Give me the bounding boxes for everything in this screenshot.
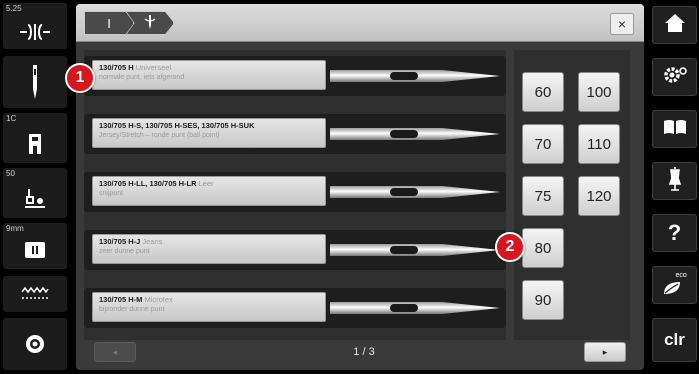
needle-row-leather[interactable]: 130/705 H-LL, 130/705 H-LR Leer snijpunt: [84, 172, 506, 212]
stitch-pattern-button[interactable]: [3, 276, 67, 312]
stitch-width-button[interactable]: 5.25: [3, 3, 67, 49]
title-bar: I ×: [76, 4, 644, 42]
presser-foot-value: 1C: [6, 114, 17, 123]
needle-thread-icon: [144, 14, 156, 33]
size-button-120[interactable]: 120: [578, 176, 620, 216]
breadcrumb-home[interactable]: I: [84, 11, 134, 35]
needle-row-microtex[interactable]: 130/705 H-M Microtex bijzonder dunne pun…: [84, 288, 506, 328]
previous-page-button[interactable]: ◂: [94, 342, 136, 362]
callout-marker-1: 1: [65, 63, 95, 93]
close-button[interactable]: ×: [610, 13, 634, 35]
home-button[interactable]: [652, 6, 697, 44]
needle-illustration: [330, 302, 500, 314]
needle-description: zeer dunne punt: [99, 248, 150, 255]
size-button-70[interactable]: 70: [522, 124, 564, 164]
needle-label: 130/705 H-S, 130/705 H-SES, 130/705 H-SU…: [92, 118, 326, 148]
needle-illustration: [330, 70, 500, 82]
breadcrumb-home-label: I: [107, 15, 111, 31]
needle-name: 130/705 H-M: [99, 295, 143, 304]
needle-selection-panel: I × 130/705 H Universeel normale punt, i…: [76, 4, 644, 370]
setup-gear-icon: [662, 65, 688, 90]
thread-tension-value: 50: [6, 169, 15, 178]
needle-name-line: 130/705 H-M Microtex: [99, 295, 319, 305]
needle-row-jersey-stretch[interactable]: 130/705 H-S, 130/705 H-SES, 130/705 H-SU…: [84, 114, 506, 154]
size-button-75[interactable]: 75: [522, 176, 564, 216]
sewing-consultant-button[interactable]: [652, 162, 697, 200]
chevron-right-icon: ▸: [602, 346, 608, 357]
stitch-width-value: 5.25: [6, 4, 22, 13]
right-sidebar: ? eco clr: [648, 0, 699, 374]
eco-label: eco: [675, 272, 687, 279]
needle-type: Universeel: [135, 63, 172, 72]
dress-form-icon: [668, 166, 682, 197]
needle-illustration: [330, 186, 500, 198]
needle-type: Leer: [198, 179, 214, 188]
needle-name-line: 130/705 H-J Jeans: [99, 237, 319, 247]
needle-label: 130/705 H-M Microtex bijzonder dunne pun…: [92, 292, 326, 322]
needle-name-line: 130/705 H-S, 130/705 H-SES, 130/705 H-SU…: [99, 121, 319, 131]
needle-name-line: 130/705 H-LL, 130/705 H-LR Leer: [99, 179, 319, 189]
chevron-left-icon: ◂: [112, 346, 118, 357]
needle-type: Microtex: [144, 295, 173, 304]
thread-tension-button[interactable]: 50: [3, 168, 67, 218]
stitch-plate-value: 9mm: [6, 224, 24, 233]
bobbin-icon: [3, 328, 67, 360]
needle-name: 130/705 H-J: [99, 237, 141, 246]
size-button-60[interactable]: 60: [522, 72, 564, 112]
needle-name-line: 130/705 H Universeel: [99, 63, 319, 73]
needle-label: 130/705 H-LL, 130/705 H-LR Leer snijpunt: [92, 176, 326, 206]
help-button[interactable]: ?: [652, 214, 697, 252]
stitch-plate-icon: [3, 235, 67, 265]
needle-list: 130/705 H Universeel normale punt, iets …: [84, 50, 506, 340]
eco-leaf-icon: eco: [662, 272, 688, 296]
needle-illustration: [330, 128, 500, 140]
needle-label: 130/705 H Universeel normale punt, iets …: [92, 60, 326, 90]
book-icon: [663, 119, 687, 140]
clr-icon: clr: [664, 330, 685, 349]
needle-description: normale punt, iets afgerond: [99, 74, 185, 81]
presser-foot-button[interactable]: 1C: [3, 113, 67, 163]
needle-name: 130/705 H-S, 130/705 H-SES, 130/705 H-SU…: [99, 121, 255, 130]
needle-description: bijzonder dunne punt: [99, 306, 165, 313]
needle-size-grid: 60 100 70 110 75 120 80 90: [514, 50, 630, 340]
needle-name: 130/705 H-LL, 130/705 H-LR: [99, 179, 197, 188]
needle-label: 130/705 H-J Jeans zeer dunne punt: [92, 234, 326, 264]
needle-name: 130/705 H: [99, 63, 134, 72]
needle-icon: [3, 62, 67, 102]
size-button-90[interactable]: 90: [522, 280, 564, 320]
callout-marker-2: 2: [495, 232, 525, 262]
close-icon: ×: [617, 16, 627, 32]
stitch-pattern-icon: [3, 280, 67, 308]
next-page-button[interactable]: ▸: [584, 342, 626, 362]
stitch-plate-button[interactable]: 9mm: [3, 223, 67, 269]
pagination-bar: ◂ 1 / 3 ▸: [84, 340, 636, 366]
needle-description: snijpunt: [99, 190, 124, 197]
needle-illustration: [330, 244, 500, 256]
clear-button[interactable]: clr: [652, 318, 697, 362]
help-icon: ?: [667, 220, 682, 245]
home-icon: [664, 13, 686, 38]
needle-row-universal[interactable]: 130/705 H Universeel normale punt, iets …: [84, 56, 506, 96]
left-sidebar: 5.25 1C 50 9mm: [0, 0, 70, 374]
size-button-80[interactable]: 80: [522, 228, 564, 268]
eco-button[interactable]: eco: [652, 266, 697, 304]
size-button-100[interactable]: 100: [578, 72, 620, 112]
needle-description: Jersey/Stretch – ronde punt (ball point): [99, 132, 220, 139]
thread-tension-icon: [3, 182, 67, 216]
page-indicator: 1 / 3: [353, 346, 375, 358]
setup-button[interactable]: [652, 58, 697, 96]
needle-type: Jeans: [142, 237, 163, 246]
needle-selection-button[interactable]: [3, 56, 67, 108]
stitch-width-icon: [3, 17, 67, 47]
size-button-110[interactable]: 110: [578, 124, 620, 164]
presser-foot-icon: [3, 127, 67, 161]
needle-row-jeans[interactable]: 130/705 H-J Jeans zeer dunne punt: [84, 230, 506, 270]
bobbin-button[interactable]: [3, 318, 67, 370]
tutorial-button[interactable]: [652, 110, 697, 148]
